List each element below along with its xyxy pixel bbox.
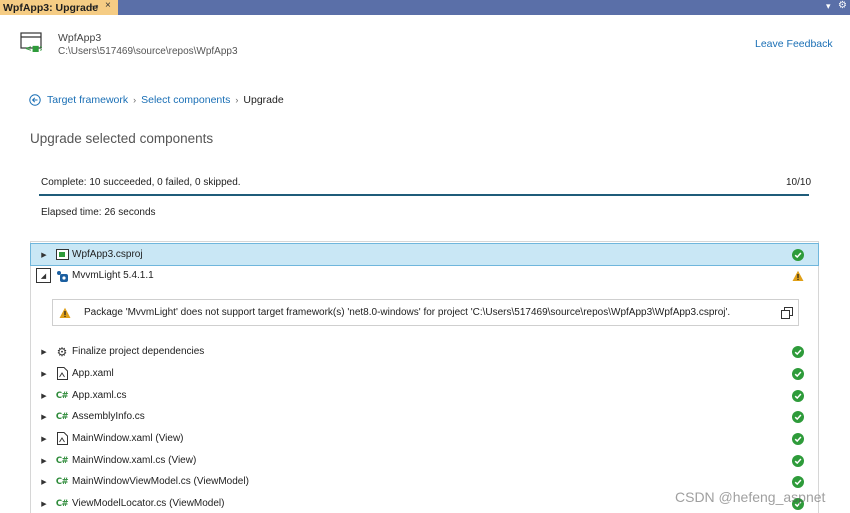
tree-item-project[interactable]: ▶ WpfApp3.csproj xyxy=(30,243,819,266)
components-tree: ▶ WpfApp3.csproj ◢ MvvmLight 5.4.1.1 Pac… xyxy=(30,241,819,513)
tree-item-package[interactable]: ◢ MvvmLight 5.4.1.1 xyxy=(31,265,818,286)
close-icon[interactable]: × xyxy=(105,0,111,11)
csharp-file-icon: C# xyxy=(55,390,69,401)
progress-bar xyxy=(39,194,809,196)
xaml-file-icon xyxy=(55,367,69,381)
breadcrumb-select-components[interactable]: Select components xyxy=(141,94,230,106)
tree-item-label: WpfApp3.csproj xyxy=(72,249,143,260)
success-check-icon xyxy=(792,389,804,402)
tree-item-finalize-dependencies[interactable]: ▶ ⚙ Finalize project dependencies xyxy=(31,341,818,362)
tree-item-file[interactable]: ▶ C# App.xaml.cs xyxy=(31,385,818,406)
success-check-icon xyxy=(792,454,804,467)
warning-icon xyxy=(59,307,71,318)
svg-text:<■>: <■> xyxy=(25,44,42,52)
status-summary: Complete: 10 succeeded, 0 failed, 0 skip… xyxy=(41,177,241,188)
pin-icon[interactable]: ⊸ xyxy=(91,1,99,12)
breadcrumb-separator: › xyxy=(235,95,239,105)
settings-icon[interactable]: ⚙ xyxy=(838,0,847,11)
csharp-file-icon: C# xyxy=(55,455,69,466)
success-check-icon xyxy=(792,410,804,423)
csharp-file-icon: C# xyxy=(55,411,69,422)
tree-item-label: AssemblyInfo.cs xyxy=(72,411,145,422)
success-check-icon xyxy=(792,248,804,261)
tree-item-label: MainWindow.xaml.cs (View) xyxy=(72,455,197,466)
package-icon xyxy=(55,269,69,283)
tree-item-label: MvvmLight 5.4.1.1 xyxy=(72,270,154,281)
breadcrumb: Target framework › Select components › U… xyxy=(29,94,284,106)
success-check-icon xyxy=(792,432,804,445)
breadcrumb-target-framework[interactable]: Target framework xyxy=(47,94,128,106)
csharp-file-icon: C# xyxy=(55,476,69,487)
warning-icon xyxy=(792,270,804,281)
expand-arrow-icon[interactable]: ▶ xyxy=(40,348,48,356)
project-icon: <■> xyxy=(20,32,42,52)
tree-item-file[interactable]: ▶ C# MainWindow.xaml.cs (View) xyxy=(31,450,818,471)
tree-item-label: ViewModelLocator.cs (ViewModel) xyxy=(72,498,225,509)
breadcrumb-current: Upgrade xyxy=(243,94,284,106)
expand-arrow-icon[interactable]: ▶ xyxy=(40,478,48,486)
xaml-file-icon xyxy=(55,432,69,446)
tree-item-label: MainWindow.xaml (View) xyxy=(72,433,184,444)
expand-arrow-icon[interactable]: ▶ xyxy=(40,500,48,508)
copy-icon[interactable] xyxy=(781,307,793,319)
collapse-arrow-icon[interactable]: ◢ xyxy=(36,268,51,283)
project-path: C:\Users\517469\source\repos\WpfApp3 xyxy=(58,46,238,57)
tree-item-label: MainWindowViewModel.cs (ViewModel) xyxy=(72,476,249,487)
project-name: WpfApp3 xyxy=(58,32,102,44)
success-check-icon xyxy=(792,475,804,488)
warning-message-panel: Package 'MvvmLight' does not support tar… xyxy=(52,299,799,326)
success-check-icon xyxy=(792,345,804,358)
success-check-icon xyxy=(792,367,804,380)
tree-item-label: App.xaml xyxy=(72,368,114,379)
warning-message: Package 'MvvmLight' does not support tar… xyxy=(84,307,731,318)
document-tab-strip: WpfApp3: Upgrade ⊸ × ▾ ⚙ xyxy=(0,0,850,15)
tree-item-label: App.xaml.cs xyxy=(72,390,127,401)
watermark: CSDN @hefeng_aspnet xyxy=(675,489,826,505)
breadcrumb-separator: › xyxy=(133,95,137,105)
tree-item-label: Finalize project dependencies xyxy=(72,346,205,357)
expand-arrow-icon[interactable]: ▶ xyxy=(40,370,48,378)
elapsed-time: Elapsed time: 26 seconds xyxy=(41,207,156,218)
tab-upgrade[interactable]: WpfApp3: Upgrade ⊸ × xyxy=(0,0,118,15)
status-count: 10/10 xyxy=(786,177,812,188)
tree-item-file[interactable]: ▶ App.xaml xyxy=(31,363,818,384)
tab-title: WpfApp3: Upgrade xyxy=(3,1,99,14)
tab-list-dropdown-icon[interactable]: ▾ xyxy=(826,1,831,12)
expand-arrow-icon[interactable]: ▶ xyxy=(40,392,48,400)
leave-feedback-link[interactable]: Leave Feedback xyxy=(755,38,833,50)
expand-arrow-icon[interactable]: ▶ xyxy=(40,413,48,421)
gear-icon: ⚙ xyxy=(56,344,68,359)
tree-item-file[interactable]: ▶ C# AssemblyInfo.cs xyxy=(31,406,818,427)
project-file-icon xyxy=(55,248,69,262)
back-arrow-icon[interactable] xyxy=(29,94,41,106)
progress-bar-fill xyxy=(39,194,809,196)
tree-item-file[interactable]: ▶ MainWindow.xaml (View) xyxy=(31,428,818,449)
expand-arrow-icon[interactable]: ▶ xyxy=(40,251,48,259)
csharp-file-icon: C# xyxy=(55,498,69,509)
expand-arrow-icon[interactable]: ▶ xyxy=(40,435,48,443)
page-title: Upgrade selected components xyxy=(30,131,214,146)
expand-arrow-icon[interactable]: ▶ xyxy=(40,457,48,465)
